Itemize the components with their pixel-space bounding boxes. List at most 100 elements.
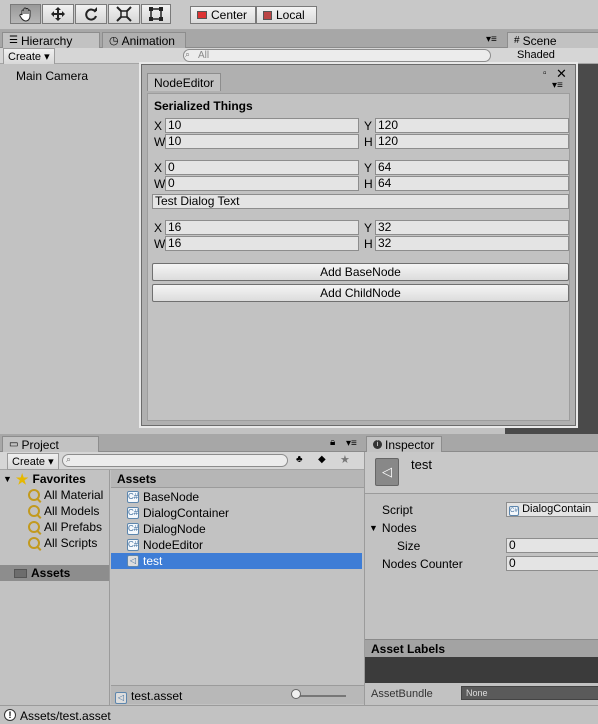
status-message[interactable]: Assets/test.asset	[20, 709, 111, 723]
asset-item[interactable]: C# NodeEditor	[127, 537, 203, 553]
script-object-field[interactable]: C# DialogContain	[506, 502, 598, 517]
space-local-toggle[interactable]: Local	[256, 6, 317, 24]
scriptable-object-icon: ◁	[115, 689, 127, 704]
dropdown-arrow-icon: ▾	[48, 456, 54, 468]
label-y: Y	[364, 221, 373, 235]
favorite-item[interactable]: All Prefabs	[28, 519, 102, 535]
rect-tool-button[interactable]	[141, 4, 171, 24]
field-h-1[interactable]: 120	[375, 134, 569, 149]
tab-project[interactable]: ▭ Project	[2, 436, 99, 452]
csharp-script-icon: C#	[127, 491, 139, 503]
add-basenode-button[interactable]: Add BaseNode	[152, 263, 569, 281]
field-w-1[interactable]: 10	[165, 134, 359, 149]
maximize-icon[interactable]: ▫	[543, 68, 547, 79]
asset-item[interactable]: C# DialogNode	[127, 521, 206, 537]
rotate-tool-button[interactable]	[75, 4, 107, 24]
tab-animation[interactable]: ◷ Animation	[102, 32, 186, 48]
nodes-counter-field[interactable]: 0	[506, 556, 598, 571]
project-search-input[interactable]	[62, 454, 288, 467]
asset-label: BaseNode	[143, 490, 200, 504]
scale-tool-button[interactable]	[108, 4, 140, 24]
scene-shading-dropdown[interactable]: Shaded	[517, 49, 555, 61]
folder-icon	[14, 568, 27, 578]
status-bar: ! Assets/test.asset	[0, 705, 598, 724]
label-h: H	[364, 237, 373, 251]
field-y-2[interactable]: 64	[375, 160, 569, 175]
hierarchy-item-main-camera[interactable]: Main Camera	[16, 68, 88, 84]
favorite-star-icon[interactable]: ★	[340, 453, 350, 466]
asset-item[interactable]: C# DialogContainer	[127, 505, 229, 521]
tab-node-editor[interactable]: NodeEditor	[147, 73, 221, 91]
search-icon: ⌕	[66, 454, 72, 464]
project-tab-bar: ▭ Project 🔒︎ ▾≡	[0, 434, 364, 452]
asset-bundle-bar: AssetBundle None	[365, 683, 598, 705]
assets-folder-item[interactable]: Assets	[0, 565, 109, 581]
csharp-script-icon: C#	[127, 539, 139, 551]
cube-icon	[263, 10, 272, 20]
field-h-3[interactable]: 32	[375, 236, 569, 251]
filter-type-icon[interactable]: ♣	[296, 454, 303, 465]
field-x-3[interactable]: 16	[165, 220, 359, 235]
field-w-3[interactable]: 16	[165, 236, 359, 251]
asset-labels-preview	[365, 657, 598, 683]
asset-label: DialogContainer	[143, 506, 230, 520]
search-filter-icon	[28, 521, 40, 533]
asset-bundle-dropdown[interactable]: None	[461, 686, 598, 700]
rotate-icon	[85, 7, 97, 21]
node-editor-title: NodeEditor	[154, 75, 215, 90]
icon-size-slider-track[interactable]	[296, 695, 346, 697]
favorite-item[interactable]: All Models	[28, 503, 99, 519]
asset-labels-header[interactable]: Asset Labels	[365, 639, 598, 657]
inspector-tab-bar: i Inspector	[364, 434, 598, 452]
favorite-item[interactable]: All Scripts	[28, 535, 97, 551]
project-create-dropdown[interactable]: Create ▾	[7, 453, 59, 470]
label-w: W	[154, 177, 166, 191]
create-label: Create	[8, 51, 42, 63]
hierarchy-create-dropdown[interactable]: Create ▾	[3, 48, 55, 65]
asset-bundle-value: None	[466, 688, 488, 698]
tab-menu-icon[interactable]: ▾≡	[346, 438, 357, 449]
pivot-center-toggle[interactable]: Center	[190, 6, 256, 24]
script-label: Script	[382, 503, 413, 517]
asset-label: DialogNode	[143, 522, 206, 536]
field-x-2[interactable]: 0	[165, 160, 359, 175]
asset-item[interactable]: C# BaseNode	[127, 489, 199, 505]
favorites-group[interactable]: ▼ ★ Favorites	[3, 471, 86, 487]
hand-tool-button[interactable]	[10, 4, 41, 24]
selected-file-path: test.asset	[131, 689, 183, 703]
project-folder-tree: ▼ ★ Favorites All Material All Models Al…	[0, 470, 110, 705]
tab-menu-icon[interactable]: ▾≡	[486, 34, 497, 45]
field-y-1[interactable]: 120	[375, 118, 569, 133]
size-label: Size	[397, 539, 421, 553]
dialog-text-field[interactable]: Test Dialog Text	[152, 194, 569, 209]
field-y-3[interactable]: 32	[375, 220, 569, 235]
folder-icon: ▭	[9, 439, 19, 450]
window-menu-icon[interactable]: ▾≡	[552, 80, 563, 91]
tab-scene[interactable]: # Scene	[507, 32, 598, 48]
lock-icon[interactable]: 🔒︎	[330, 437, 335, 448]
favorite-item[interactable]: All Material	[28, 487, 103, 503]
tab-inspector[interactable]: i Inspector	[366, 436, 442, 452]
asset-item-selected[interactable]: ◁ test	[111, 553, 362, 569]
hierarchy-item-label: Main Camera	[16, 69, 89, 83]
field-h-2[interactable]: 64	[375, 176, 569, 191]
favorites-label: Favorites	[32, 472, 86, 486]
expand-arrow-icon: ▼	[3, 474, 12, 484]
icon-size-slider-thumb[interactable]	[291, 689, 301, 699]
size-field[interactable]: 0	[506, 538, 598, 553]
field-w-2[interactable]: 0	[165, 176, 359, 191]
scriptable-object-icon: ◁	[375, 458, 399, 486]
add-childnode-button[interactable]: Add ChildNode	[152, 284, 569, 302]
tab-hierarchy[interactable]: ☰ Hierarchy	[2, 32, 100, 48]
field-x-1[interactable]: 10	[165, 118, 359, 133]
info-icon: i	[373, 440, 382, 449]
asset-label: NodeEditor	[143, 538, 204, 552]
create-label: Create	[12, 456, 46, 468]
serialized-heading: Serialized Things	[154, 99, 253, 113]
filter-label-icon[interactable]: ◆	[318, 454, 326, 465]
move-tool-button[interactable]	[42, 4, 74, 24]
expand-arrow-icon: ▼	[369, 523, 378, 533]
scene-tab-bar: # Scene	[505, 30, 598, 48]
hierarchy-search-input[interactable]: All	[183, 49, 491, 62]
nodes-foldout[interactable]: ▼ Nodes	[369, 520, 417, 536]
